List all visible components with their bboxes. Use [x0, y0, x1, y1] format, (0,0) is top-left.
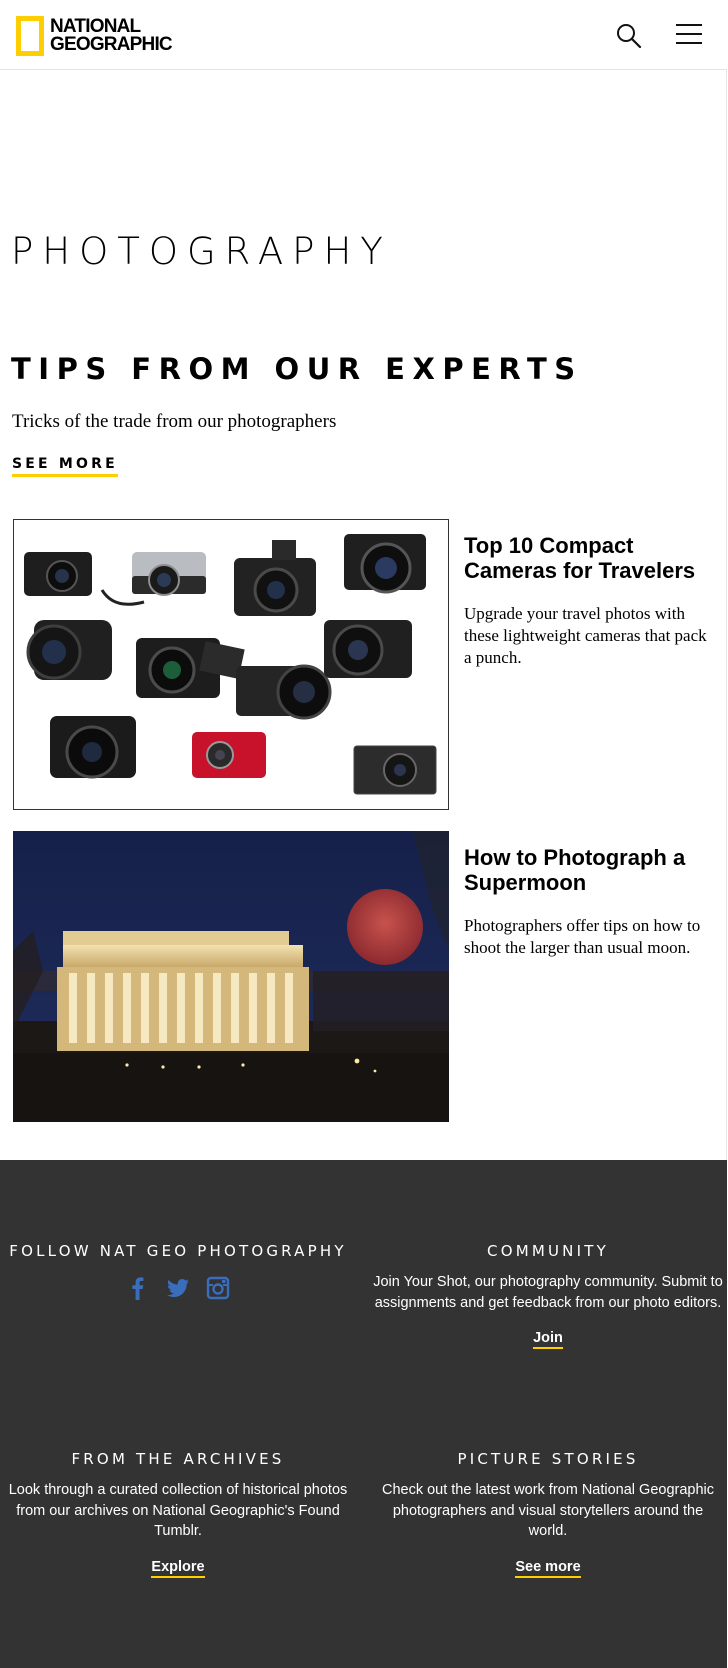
archives-section: FROM THE ARCHIVES Look through a curated…	[3, 1450, 353, 1578]
hamburger-menu-icon	[676, 24, 702, 26]
menu-line	[676, 42, 702, 44]
search-icon	[617, 24, 642, 49]
compact-cameras-image[interactable]	[13, 519, 449, 810]
community-title: COMMUNITY	[487, 1242, 609, 1260]
facebook-icon[interactable]	[126, 1276, 150, 1300]
explore-link[interactable]: Explore	[151, 1559, 205, 1578]
archives-text: Look through a curated collection of his…	[8, 1482, 348, 1539]
content-column: NATIONAL GEOGRAPHIC PHOTOGRAPHY TIPS FRO…	[0, 0, 727, 1160]
logo-line-2: GEOGRAPHIC	[50, 34, 173, 55]
supermoon-image[interactable]	[13, 831, 449, 1122]
picture-stories-text: Check out the latest work from National …	[381, 1482, 715, 1539]
cameras-illustration	[14, 520, 448, 809]
see-more-link[interactable]: SEE MORE	[12, 456, 118, 477]
supermoon-illustration	[13, 831, 449, 1122]
article-description: Upgrade your travel photos with these li…	[464, 604, 707, 667]
menu-line	[676, 33, 702, 35]
article-description: Photographers offer tips on how to shoot…	[464, 916, 701, 957]
picture-stories-title: PICTURE STORIES	[457, 1450, 639, 1468]
social-links	[3, 1276, 353, 1300]
community-section: COMMUNITY Join Your Shot, our photograph…	[373, 1242, 723, 1349]
hamburger-menu-button[interactable]	[676, 24, 704, 46]
site-header: NATIONAL GEOGRAPHIC	[0, 0, 727, 70]
article-headline[interactable]: How to Photograph a Supermoon	[464, 845, 709, 895]
page: NATIONAL GEOGRAPHIC PHOTOGRAPHY TIPS FRO…	[0, 0, 728, 1668]
archives-title: FROM THE ARCHIVES	[71, 1450, 285, 1468]
follow-title: FOLLOW NAT GEO PHOTOGRAPHY	[9, 1242, 347, 1260]
article-card: Top 10 Compact Cameras for Travelers Upg…	[13, 519, 713, 810]
follow-section: FOLLOW NAT GEO PHOTOGRAPHY	[3, 1242, 353, 1300]
section-description: Tricks of the trade from our photographe…	[12, 411, 337, 432]
article-card: How to Photograph a Supermoon Photograph…	[13, 831, 713, 1122]
twitter-icon[interactable]	[166, 1276, 190, 1300]
site-footer: FOLLOW NAT GEO PHOTOGRAPHY COMMUNITY Joi…	[0, 1160, 727, 1668]
picture-stories-section: PICTURE STORIES Check out the latest wor…	[373, 1450, 723, 1578]
nat-geo-logo[interactable]: NATIONAL GEOGRAPHIC	[16, 16, 173, 56]
join-link[interactable]: Join	[533, 1330, 563, 1349]
search-button[interactable]	[615, 22, 643, 50]
article-headline[interactable]: Top 10 Compact Cameras for Travelers	[464, 533, 709, 583]
instagram-icon[interactable]	[206, 1276, 230, 1300]
section-title: TIPS FROM OUR EXPERTS	[11, 352, 583, 386]
logo-wordmark: NATIONAL GEOGRAPHIC	[50, 17, 173, 55]
community-text: Join Your Shot, our photography communit…	[373, 1274, 723, 1311]
page-title: PHOTOGRAPHY	[11, 230, 392, 273]
yellow-border-logo-icon	[16, 16, 44, 56]
see-more-stories-link[interactable]: See more	[515, 1559, 581, 1578]
